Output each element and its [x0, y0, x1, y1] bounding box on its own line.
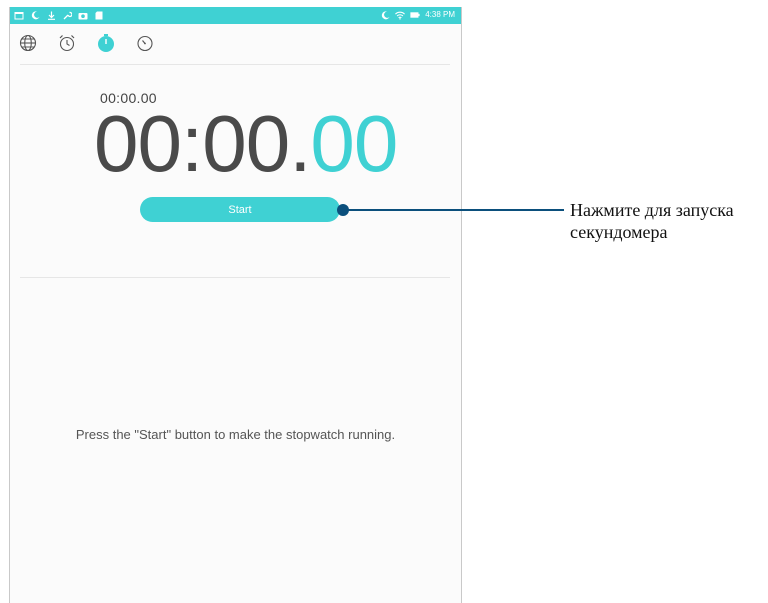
calendar-icon	[14, 10, 24, 20]
tab-timer[interactable]	[134, 34, 156, 56]
stopwatch-icon	[96, 33, 116, 58]
callout-text: Нажмите для запуска секундомера	[570, 200, 734, 242]
download-icon	[46, 10, 56, 20]
tablet-screen: 4:38 PM 00:00.00 00:00.00 Start Press th…	[9, 7, 462, 603]
stopwatch-display: 00:00.00	[94, 99, 398, 189]
tab-world-clock[interactable]	[17, 34, 39, 56]
status-bar-time: 4:38 PM	[425, 10, 455, 19]
camera-icon	[78, 10, 88, 20]
callout-line	[342, 209, 564, 211]
stopwatch-main-time: 00:00.	[94, 99, 311, 188]
status-bar-system: 4:38 PM	[380, 10, 455, 20]
moon-icon	[380, 10, 390, 20]
tab-alarm[interactable]	[56, 34, 78, 56]
clock-tabs	[10, 24, 461, 64]
tab-stopwatch[interactable]	[95, 33, 117, 58]
page: 4:38 PM 00:00.00 00:00.00 Start Press th…	[0, 0, 768, 603]
alarm-clock-icon	[58, 34, 76, 57]
wifi-icon	[395, 10, 406, 20]
wrench-icon	[62, 10, 72, 20]
sd-card-icon	[94, 10, 104, 20]
battery-icon	[410, 10, 420, 20]
status-bar-notifications	[14, 10, 104, 20]
moon-icon	[30, 10, 40, 20]
callout-dot	[337, 204, 349, 216]
laps-divider	[20, 277, 450, 278]
stopwatch-centiseconds: 00	[310, 99, 398, 188]
timer-icon	[136, 34, 154, 57]
globe-icon	[19, 34, 37, 57]
hint-text: Press the "Start" button to make the sto…	[75, 427, 396, 442]
status-bar: 4:38 PM	[10, 7, 461, 24]
tabs-divider	[20, 64, 450, 65]
start-button[interactable]: Start	[140, 197, 340, 222]
